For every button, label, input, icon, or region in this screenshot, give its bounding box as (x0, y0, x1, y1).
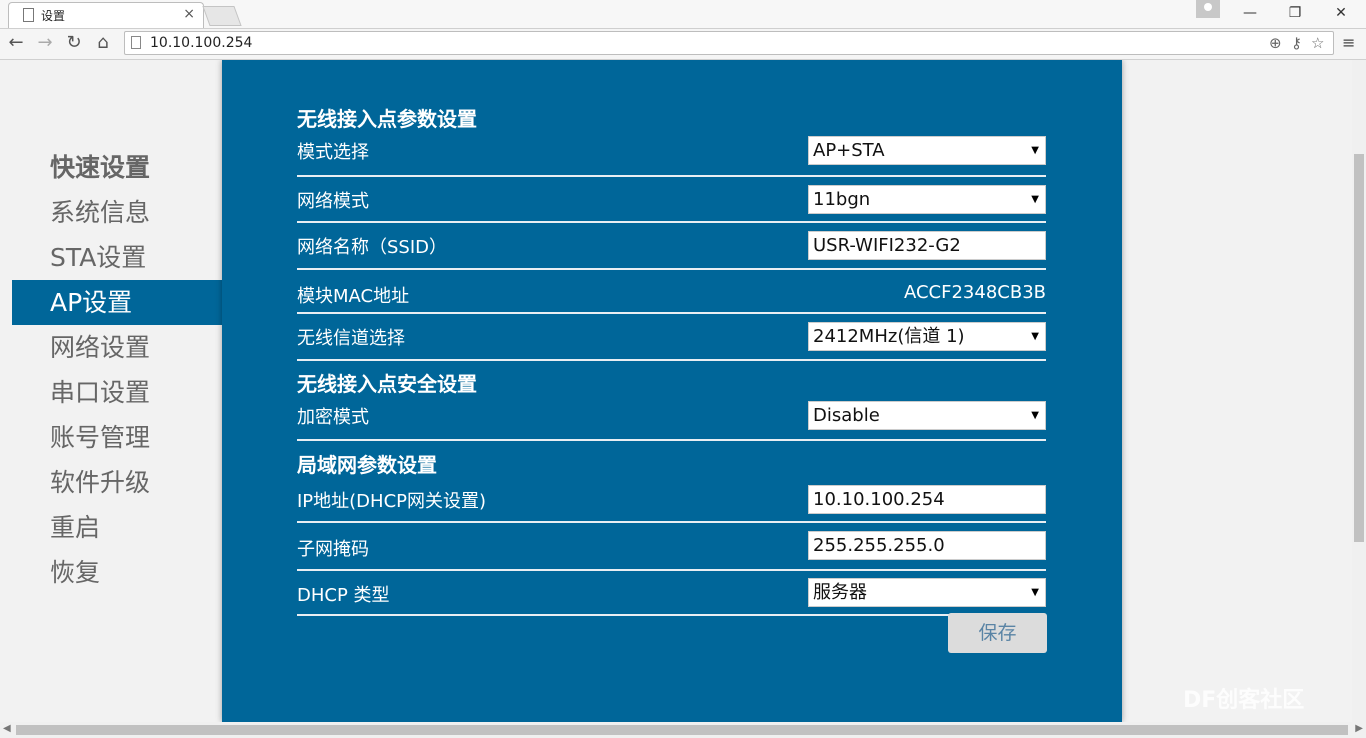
mode-label: 模式选择 (297, 142, 369, 163)
encryption-label: 加密模式 (297, 407, 369, 428)
ssid-value: USR-WIFI232-G2 (813, 235, 961, 256)
dhcp-value: 服务器 (813, 582, 867, 603)
sidebar-item-sta-settings[interactable]: STA设置 (12, 235, 222, 280)
sidebar-item-serial-settings[interactable]: 串口设置 (12, 370, 222, 415)
encryption-select[interactable]: Disable ▼ (808, 401, 1046, 430)
channel-value: 2412MHz(信道 1) (813, 326, 965, 347)
mask-input[interactable]: 255.255.255.0 (808, 531, 1046, 560)
mode-select[interactable]: AP+STA ▼ (808, 136, 1046, 165)
channel-row: 无线信道选择 2412MHz(信道 1) ▼ (297, 314, 1046, 361)
dropdown-arrow-icon: ▼ (1031, 410, 1039, 421)
section-title-ap-params: 无线接入点参数设置 (297, 107, 477, 131)
horizontal-scrollbar[interactable]: ◀ ▶ (0, 722, 1366, 738)
channel-select[interactable]: 2412MHz(信道 1) ▼ (808, 322, 1046, 351)
watermark: DF创客社区 (1183, 688, 1305, 713)
sidebar-item-restart[interactable]: 重启 (12, 505, 222, 550)
encryption-row: 加密模式 Disable ▼ (297, 397, 1046, 441)
mode-value: AP+STA (813, 140, 885, 161)
mac-label: 模块MAC地址 (297, 286, 410, 307)
channel-label: 无线信道选择 (297, 328, 405, 349)
dhcp-select[interactable]: 服务器 ▼ (808, 578, 1046, 607)
ssid-row: 网络名称（SSID） USR-WIFI232-G2 (297, 223, 1046, 270)
tab-title: 设置 (41, 9, 66, 23)
key-icon[interactable]: ⚷ (1291, 34, 1302, 52)
browser-toolbar: ← → ↻ ⌂ 10.10.100.254 ⊕ ⚷ ☆ ≡ (0, 29, 1366, 60)
menu-icon[interactable]: ≡ (1342, 33, 1355, 52)
ip-label: IP地址(DHCP网关设置) (297, 491, 487, 512)
mask-row: 子网掩码 255.255.255.0 (297, 523, 1046, 571)
dropdown-arrow-icon: ▼ (1031, 145, 1039, 156)
netmode-value: 11bgn (813, 189, 871, 210)
restore-button[interactable]: ❐ (1275, 0, 1315, 26)
sidebar-item-upgrade[interactable]: 软件升级 (12, 460, 222, 505)
dropdown-arrow-icon: ▼ (1031, 331, 1039, 342)
forward-icon[interactable]: → (33, 32, 57, 53)
ap-settings-form: 无线接入点参数设置 模式选择 AP+STA ▼ 网络模式 11bgn ▼ 网络名… (297, 104, 1046, 616)
bookmark-star-icon[interactable]: ☆ (1311, 34, 1324, 52)
dhcp-label: DHCP 类型 (297, 585, 390, 606)
sidebar-item-system-info[interactable]: 系统信息 (12, 190, 222, 235)
mac-value: ACCF2348CB3B (903, 282, 1046, 303)
tab-strip: 设置 × — ❐ ✕ (0, 0, 1366, 29)
netmode-row: 网络模式 11bgn ▼ (297, 177, 1046, 223)
save-button[interactable]: 保存 (948, 613, 1047, 653)
window-close-button[interactable]: ✕ (1321, 0, 1361, 26)
zoom-icon[interactable]: ⊕ (1269, 34, 1282, 52)
dhcp-row: DHCP 类型 服务器 ▼ (297, 571, 1046, 616)
sidebar-item-restore[interactable]: 恢复 (12, 550, 222, 595)
new-tab-button[interactable] (202, 6, 242, 26)
settings-panel: 无线接入点参数设置 模式选择 AP+STA ▼ 网络模式 11bgn ▼ 网络名… (222, 60, 1122, 722)
ip-row: IP地址(DHCP网关设置) 10.10.100.254 (297, 475, 1046, 523)
page-viewport: 快速设置 系统信息 STA设置 AP设置 网络设置 串口设置 账号管理 软件升级… (0, 60, 1352, 722)
url-text[interactable]: 10.10.100.254 (150, 35, 252, 51)
ssid-input[interactable]: USR-WIFI232-G2 (808, 231, 1046, 260)
page-icon (23, 8, 34, 22)
ip-value: 10.10.100.254 (813, 489, 945, 510)
sidebar: 快速设置 系统信息 STA设置 AP设置 网络设置 串口设置 账号管理 软件升级… (12, 145, 222, 595)
tab-close-button[interactable]: × (183, 6, 195, 22)
dropdown-arrow-icon: ▼ (1031, 194, 1039, 205)
back-icon[interactable]: ← (4, 32, 28, 53)
sidebar-item-ap-settings[interactable]: AP设置 (12, 280, 222, 325)
page-icon (131, 36, 141, 49)
horizontal-scroll-thumb[interactable] (16, 725, 1348, 735)
sidebar-item-account[interactable]: 账号管理 (12, 415, 222, 460)
scroll-right-icon[interactable]: ▶ (1355, 723, 1363, 734)
address-bar[interactable]: 10.10.100.254 ⊕ ⚷ ☆ (124, 31, 1334, 55)
mac-row: 模块MAC地址 ACCF2348CB3B (297, 270, 1046, 314)
user-icon[interactable] (1196, 0, 1220, 18)
ip-input[interactable]: 10.10.100.254 (808, 485, 1046, 514)
mask-value: 255.255.255.0 (813, 535, 945, 556)
section-title-ap-security: 无线接入点安全设置 (297, 372, 477, 396)
sidebar-item-quick-setup[interactable]: 快速设置 (12, 145, 222, 190)
browser-tab[interactable]: 设置 × (8, 2, 204, 28)
ssid-label: 网络名称（SSID） (297, 237, 448, 258)
vertical-scrollbar[interactable] (1352, 60, 1366, 722)
mode-row: 模式选择 AP+STA ▼ (297, 134, 1046, 177)
netmode-select[interactable]: 11bgn ▼ (808, 185, 1046, 214)
scroll-left-icon[interactable]: ◀ (3, 723, 11, 734)
sidebar-item-network-settings[interactable]: 网络设置 (12, 325, 222, 370)
minimize-button[interactable]: — (1230, 0, 1270, 26)
vertical-scroll-thumb[interactable] (1354, 154, 1364, 542)
dropdown-arrow-icon: ▼ (1031, 587, 1039, 598)
reload-icon[interactable]: ↻ (62, 32, 86, 53)
section-title-lan-params: 局域网参数设置 (297, 453, 437, 477)
mask-label: 子网掩码 (297, 539, 369, 560)
encryption-value: Disable (813, 405, 880, 426)
home-icon[interactable]: ⌂ (91, 32, 115, 53)
netmode-label: 网络模式 (297, 191, 369, 212)
